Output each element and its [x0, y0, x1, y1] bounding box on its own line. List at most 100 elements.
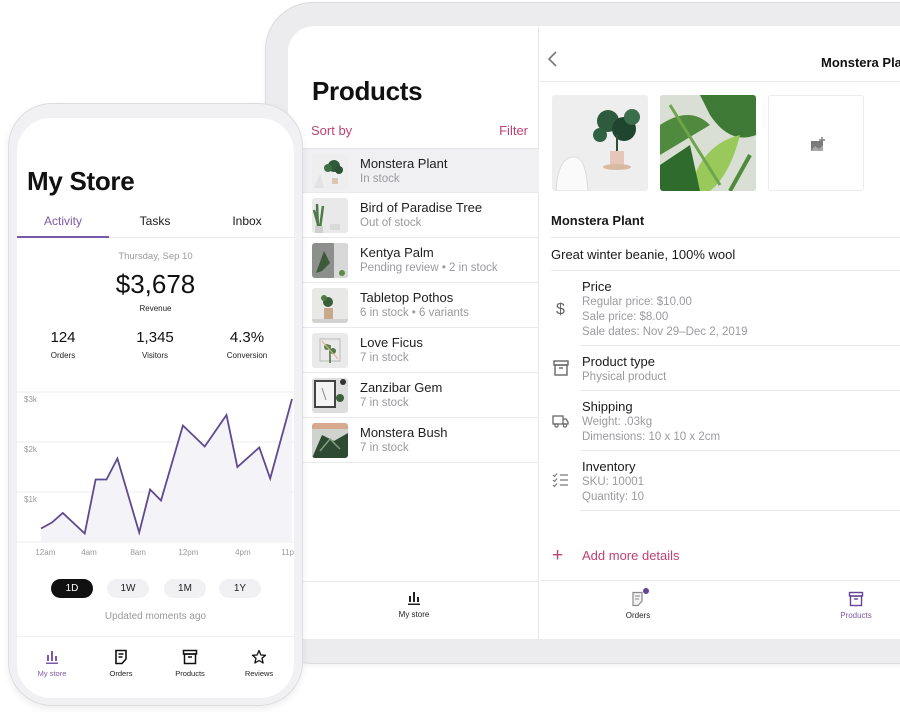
add-image-icon: [811, 137, 825, 151]
row-value: Sale dates: Nov 29–Dec 2, 2019: [582, 326, 748, 338]
product-row[interactable]: Zanzibar Gem 7 in stock: [302, 373, 539, 418]
y-tick-label: $2k: [24, 445, 38, 454]
archive-box-icon: [848, 591, 864, 607]
chevron-left-icon[interactable]: [546, 50, 560, 68]
row-label: Shipping: [582, 399, 633, 414]
stat-conversion: 4.3% Conversion: [201, 329, 293, 360]
row-value: Weight: .03kg: [582, 416, 653, 428]
row-label: Price: [582, 279, 612, 294]
period-1w-button[interactable]: 1W: [107, 579, 149, 598]
product-row[interactable]: Love Ficus 7 in stock: [302, 328, 539, 373]
period-selector: 1D 1W 1M 1Y: [17, 579, 294, 599]
row-label: Product type: [582, 354, 655, 369]
tablet-nav-left: My store: [288, 581, 539, 639]
x-tick-label: 4pm: [235, 548, 251, 557]
product-row[interactable]: Bird of Paradise Tree Out of stock: [302, 193, 539, 238]
archive-box-icon: [182, 649, 198, 665]
nav-my-store[interactable]: My store: [22, 649, 82, 678]
x-tick-label: 11pm: [281, 548, 294, 557]
product-status: In stock: [360, 173, 400, 185]
product-name: Zanzibar Gem: [360, 380, 443, 395]
nav-products[interactable]: Products: [160, 649, 220, 678]
tab-activity[interactable]: Activity: [17, 214, 109, 228]
tab-inbox[interactable]: Inbox: [201, 214, 293, 228]
dollar-icon: $: [556, 301, 565, 317]
product-name: Tabletop Pothos: [360, 290, 454, 305]
nav-orders[interactable]: Orders: [91, 649, 151, 678]
product-name: Monstera Bush: [360, 425, 448, 440]
y-tick-label: $1k: [24, 495, 38, 504]
products-list-panel: Products Sort by Filter Monstera Plant I…: [288, 26, 539, 639]
monstera-bush-photo-icon: [312, 423, 348, 458]
divider: [551, 270, 900, 271]
product-list: Monstera Plant In stock Bird of Paradise…: [302, 148, 539, 463]
product-description-field[interactable]: Great winter beanie, 100% wool: [551, 247, 735, 262]
product-row[interactable]: Kentya Palm Pending review • 2 in stock: [302, 238, 539, 283]
star-icon: [251, 649, 267, 664]
divider: [580, 510, 900, 511]
detail-header: Monstera Pla: [540, 26, 900, 82]
period-1d-button[interactable]: 1D: [51, 579, 93, 598]
x-tick-label: 12pm: [178, 548, 198, 557]
stat-visitors: 1,345 Visitors: [109, 329, 201, 360]
revenue-chart[interactable]: $1k $2k $3k 12am 4am 8am 12pm 4pm 11pm: [17, 383, 294, 563]
x-tick-label: 4am: [81, 548, 97, 557]
row-value: Sale price: $8.00: [582, 311, 669, 323]
product-name: Love Ficus: [360, 335, 423, 350]
divider: [581, 390, 900, 391]
checklist-icon: [552, 473, 568, 488]
phone-screen: My Store Activity Tasks Inbox Thursday, …: [17, 118, 294, 698]
love-ficus-photo-icon: [312, 333, 348, 368]
period-1y-button[interactable]: 1Y: [219, 579, 261, 598]
add-more-details-label: Add more details: [582, 548, 680, 563]
svg-text:$: $: [556, 301, 565, 317]
tab-tasks[interactable]: Tasks: [109, 214, 201, 228]
product-image[interactable]: [552, 95, 648, 191]
product-name: Monstera Plant: [360, 156, 448, 171]
product-row[interactable]: Monstera Plant In stock: [302, 148, 539, 193]
nav-orders[interactable]: Orders: [608, 588, 668, 620]
nav-label: My store: [398, 610, 430, 619]
product-status: 7 in stock: [360, 397, 409, 409]
stat-value: 4.3%: [229, 329, 265, 346]
store-title: My Store: [27, 166, 135, 196]
archive-box-icon: [553, 360, 569, 376]
nav-my-store[interactable]: My store: [384, 590, 444, 619]
nav-label: Orders: [625, 611, 651, 620]
product-status: 7 in stock: [360, 352, 409, 364]
updated-status: Updated moments ago: [104, 611, 207, 622]
monstera-plant-photo-icon: [312, 154, 348, 189]
nav-label: Reviews: [244, 669, 274, 678]
revenue-label: Revenue: [139, 304, 172, 313]
nav-label: Products: [840, 611, 872, 620]
nav-reviews[interactable]: Reviews: [229, 649, 289, 678]
filter-button[interactable]: Filter: [499, 123, 528, 138]
stat-label: Orders: [50, 351, 76, 360]
stat-value: 124: [50, 329, 76, 346]
store-tabs: Activity Tasks Inbox: [17, 212, 294, 238]
product-image[interactable]: [660, 95, 756, 191]
bar-chart-icon: [408, 592, 420, 605]
product-row[interactable]: Monstera Bush 7 in stock: [302, 418, 539, 463]
product-status: 7 in stock: [360, 442, 409, 454]
row-value: Quantity: 10: [582, 491, 645, 503]
product-name-field[interactable]: Monstera Plant: [551, 213, 644, 228]
divider: [581, 345, 900, 346]
nav-products[interactable]: Products: [826, 591, 886, 620]
row-value: SKU: 10001: [582, 476, 645, 488]
divider: [551, 237, 900, 238]
tablet-bezel-bottom: [288, 639, 900, 661]
sort-by-button[interactable]: Sort by: [311, 123, 352, 138]
product-detail-panel: Monstera Pla Monstera Plant Great winter…: [540, 26, 900, 639]
row-value: Dimensions: 10 x 10 x 2cm: [582, 431, 721, 443]
row-value: Regular price: $10.00: [582, 296, 692, 308]
detail-title: Monstera Pla: [821, 55, 900, 70]
product-name: Bird of Paradise Tree: [360, 200, 483, 215]
nav-label: Orders: [109, 669, 133, 678]
product-row[interactable]: Tabletop Pothos 6 in stock • 6 variants: [302, 283, 539, 328]
add-image-button[interactable]: [768, 95, 864, 191]
tablet-nav-right: Orders Products: [540, 580, 900, 639]
y-tick-label: $3k: [24, 395, 38, 404]
chart-area: [41, 399, 292, 542]
period-1m-button[interactable]: 1M: [164, 579, 206, 598]
